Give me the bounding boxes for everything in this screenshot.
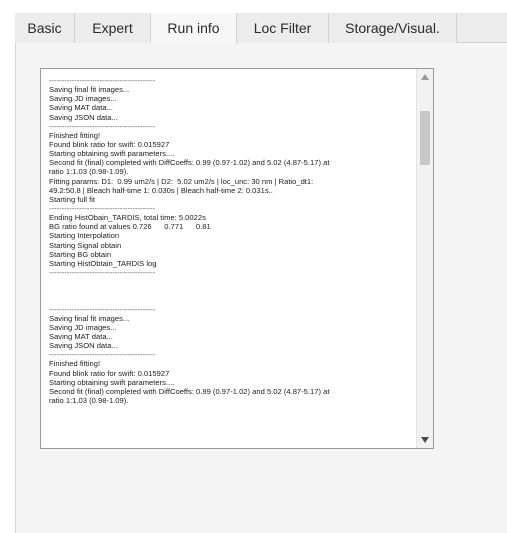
- tab-storage-visual[interactable]: Storage/Visual.: [329, 13, 457, 43]
- app-window: Basic Expert Run info Loc Filter Storage…: [0, 0, 507, 533]
- up-arrow-icon[interactable]: [417, 69, 433, 85]
- run-info-panel: ----------------------------------------…: [15, 43, 507, 533]
- log-line: Saving JSON data...: [49, 112, 118, 122]
- log-line: Starting BG obtain: [49, 249, 112, 259]
- log-line: Saving final fit images...: [49, 313, 130, 323]
- log-line: Starting Signal obtain: [49, 240, 122, 250]
- log-line: Starting HistObtain_TARDIS log: [49, 258, 157, 268]
- scroll-thumb[interactable]: [420, 111, 430, 165]
- log-line: ----------------------------------------…: [49, 76, 156, 85]
- log-line: Ending HistObain_TARDIS, total time: 5.0…: [49, 213, 206, 223]
- log-line: Finished fitting!: [49, 130, 101, 140]
- log-line: ----------------------------------------…: [49, 203, 156, 213]
- log-line: Saving MAT data...: [49, 331, 113, 341]
- log-line: Saving final fit images...: [49, 85, 130, 95]
- down-arrow-icon[interactable]: [417, 432, 433, 448]
- log-line: ----------------------------------------…: [49, 267, 156, 277]
- tab-basic[interactable]: Basic: [15, 13, 75, 43]
- log-scrollbar[interactable]: [416, 69, 433, 448]
- log-line: Saving JSON data...: [49, 341, 118, 351]
- log-line: 49.2:50.8 | Bleach half-time 1: 0.030s |…: [49, 185, 273, 195]
- log-line: ----------------------------------------…: [49, 304, 156, 314]
- log-line: Second fit (final) completed with DiffCo…: [49, 386, 330, 396]
- log-line: ----------------------------------------…: [49, 121, 156, 131]
- log-line: Saving JD images...: [49, 322, 117, 332]
- log-line: Found blink ratio for swift: 0.015927: [49, 368, 170, 378]
- log-line: Starting obtaining swift parameters....: [49, 149, 175, 159]
- log-line: ratio 1:1.03 (0.98-1.09).: [49, 395, 129, 405]
- log-line: BG ratio found at values 0.726 0.771 0.8…: [49, 222, 211, 232]
- log-line: Starting full fit: [49, 194, 96, 204]
- log-line: Saving MAT data...: [49, 103, 113, 113]
- log-line: Starting Interpolation: [49, 231, 120, 241]
- tab-loc-filter[interactable]: Loc Filter: [237, 13, 329, 43]
- log-line: ----------------------------------------…: [49, 350, 156, 360]
- tab-bar: Basic Expert Run info Loc Filter Storage…: [15, 13, 507, 44]
- log-line: Found blink ratio for swift: 0.015927: [49, 139, 170, 149]
- log-line: Starting obtaining swift parameters....: [49, 377, 175, 387]
- log-line: Fitting params: D1: 0.99 um2/s | D2: 5.0…: [49, 176, 314, 186]
- log-line: ratio 1:1.03 (0.98-1.09).: [49, 167, 129, 177]
- log-text: ----------------------------------------…: [49, 76, 409, 405]
- run-info-log[interactable]: ----------------------------------------…: [40, 68, 434, 449]
- log-line: Second fit (final) completed with DiffCo…: [49, 158, 330, 168]
- tab-run-info[interactable]: Run info: [151, 13, 237, 44]
- tab-expert[interactable]: Expert: [75, 13, 151, 43]
- log-line: Finished fitting!: [49, 359, 101, 369]
- log-line: Saving JD images...: [49, 94, 117, 104]
